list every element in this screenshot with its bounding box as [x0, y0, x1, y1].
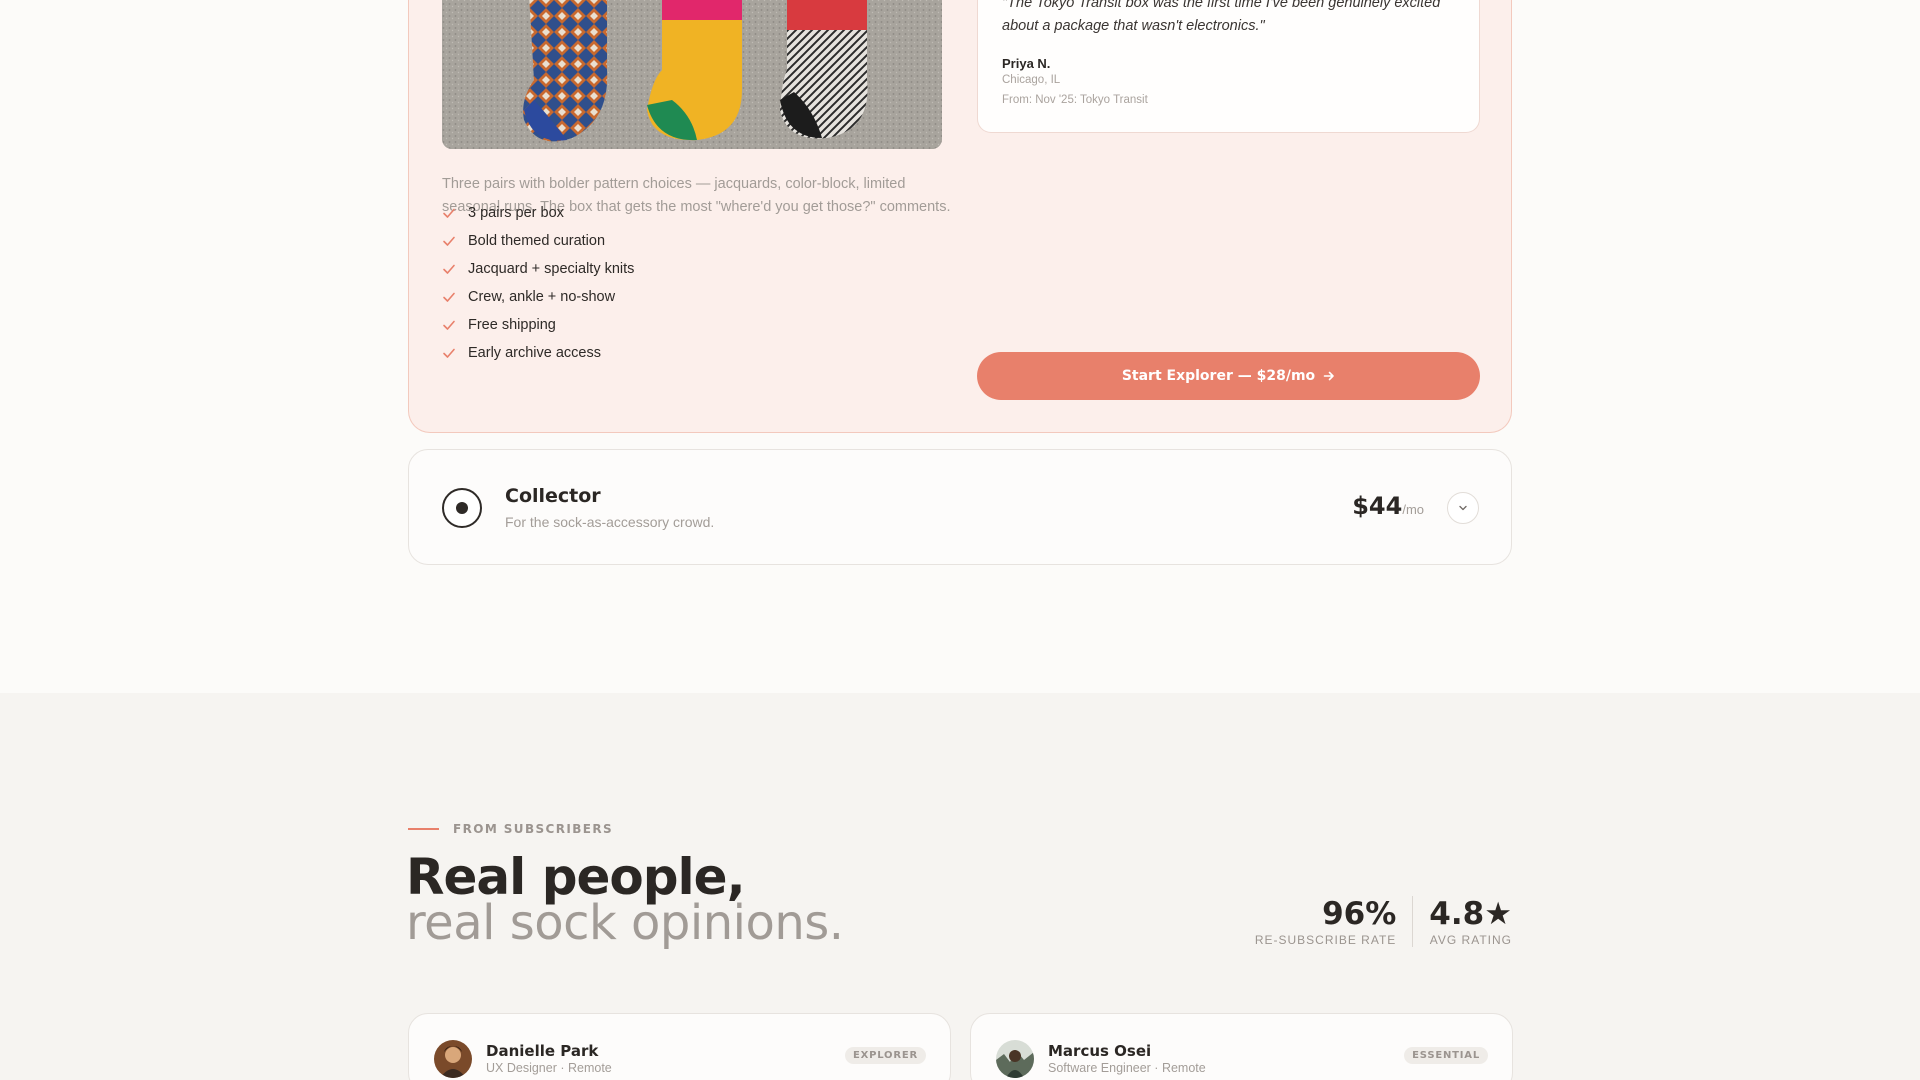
start-explorer-label: Start Explorer — $28/mo	[1121, 368, 1316, 384]
testimonial-location: Chicago, IL	[1002, 74, 1061, 86]
feature-item: Free shipping	[442, 311, 634, 339]
feature-item: 3 pairs per box	[442, 199, 634, 227]
plan-price: $44 /mo	[1352, 492, 1424, 520]
arrow-right-icon	[1323, 371, 1334, 381]
feature-label: Bold themed curation	[468, 233, 606, 249]
plan-tagline: For the sock-as-accessory crowd.	[505, 514, 715, 530]
start-explorer-button[interactable]: Start Explorer — $28/mo	[977, 352, 1480, 400]
check-icon	[443, 236, 455, 246]
eyebrow-rule	[408, 828, 439, 830]
check-icon	[443, 292, 455, 302]
stats-group: 96% RE-SUBSCRIBE RATE 4.8★ AVG RATING	[1239, 896, 1512, 947]
chevron-down-icon	[1459, 505, 1467, 511]
feature-label: Crew, ankle + no-show	[468, 289, 616, 305]
stat-rating: 4.8★ AVG RATING	[1412, 896, 1512, 947]
testimonial-author: Priya N.	[1002, 56, 1051, 71]
collector-plan-card[interactable]: Collector For the sock-as-accessory crow…	[408, 449, 1512, 565]
plan-name: Collector	[505, 485, 601, 507]
section-subheading: real sock opinions.	[406, 895, 844, 951]
review-card: Marcus Osei Software Engineer · Remote E…	[970, 1013, 1513, 1080]
subscribers-section: FROM SUBSCRIBERS Real people, real sock …	[0, 693, 1920, 1080]
plan-badge: EXPLORER	[844, 1047, 926, 1064]
check-icon	[443, 348, 455, 358]
feature-label: Early archive access	[468, 345, 601, 361]
stat-label: AVG RATING	[1429, 933, 1512, 947]
section-eyebrow: FROM SUBSCRIBERS	[408, 822, 613, 836]
check-icon	[443, 320, 455, 330]
reviewer-name: Marcus Osei	[1048, 1042, 1152, 1060]
stat-resubscribe: 96% RE-SUBSCRIBE RATE	[1239, 896, 1412, 947]
feature-item: Jacquard + specialty knits	[442, 255, 634, 283]
plan-testimonial: "The Tokyo Transit box was the first tim…	[977, 0, 1480, 133]
reviewer-name: Danielle Park	[486, 1042, 599, 1060]
feature-item: Bold themed curation	[442, 227, 634, 255]
socks-photo	[442, 0, 942, 149]
eyebrow-label: FROM SUBSCRIBERS	[453, 822, 614, 836]
reviewer-role: Software Engineer · Remote	[1048, 1061, 1206, 1075]
avatar	[996, 1040, 1034, 1078]
stat-value: 4.8★	[1429, 896, 1512, 932]
feature-label: 3 pairs per box	[468, 205, 564, 221]
check-icon	[443, 264, 455, 274]
feature-item: Early archive access	[442, 339, 634, 367]
price-amount: $44	[1352, 492, 1403, 520]
reviewer-role: UX Designer · Remote	[486, 1061, 612, 1075]
feature-label: Free shipping	[468, 317, 556, 333]
feature-item: Crew, ankle + no-show	[442, 283, 634, 311]
explorer-plan-card: Three pairs with bolder pattern choices …	[408, 0, 1512, 433]
check-icon	[443, 208, 455, 218]
plan-badge: ESSENTIAL	[1404, 1047, 1488, 1064]
review-card: Danielle Park UX Designer · Remote EXPLO…	[408, 1013, 951, 1080]
avatar	[434, 1040, 472, 1078]
expand-plan-button[interactable]	[1447, 492, 1479, 524]
testimonial-box-source: From: Nov '25: Tokyo Transit	[1002, 94, 1148, 106]
feature-list: 3 pairs per box Bold themed curation Jac…	[442, 199, 634, 367]
plan-radio[interactable]	[442, 488, 482, 528]
price-period: /mo	[1402, 502, 1424, 517]
stat-value: 96%	[1322, 896, 1397, 932]
testimonial-quote: "The Tokyo Transit box was the first tim…	[1002, 0, 1441, 34]
stat-label: RE-SUBSCRIBE RATE	[1254, 933, 1397, 947]
feature-label: Jacquard + specialty knits	[468, 261, 635, 277]
